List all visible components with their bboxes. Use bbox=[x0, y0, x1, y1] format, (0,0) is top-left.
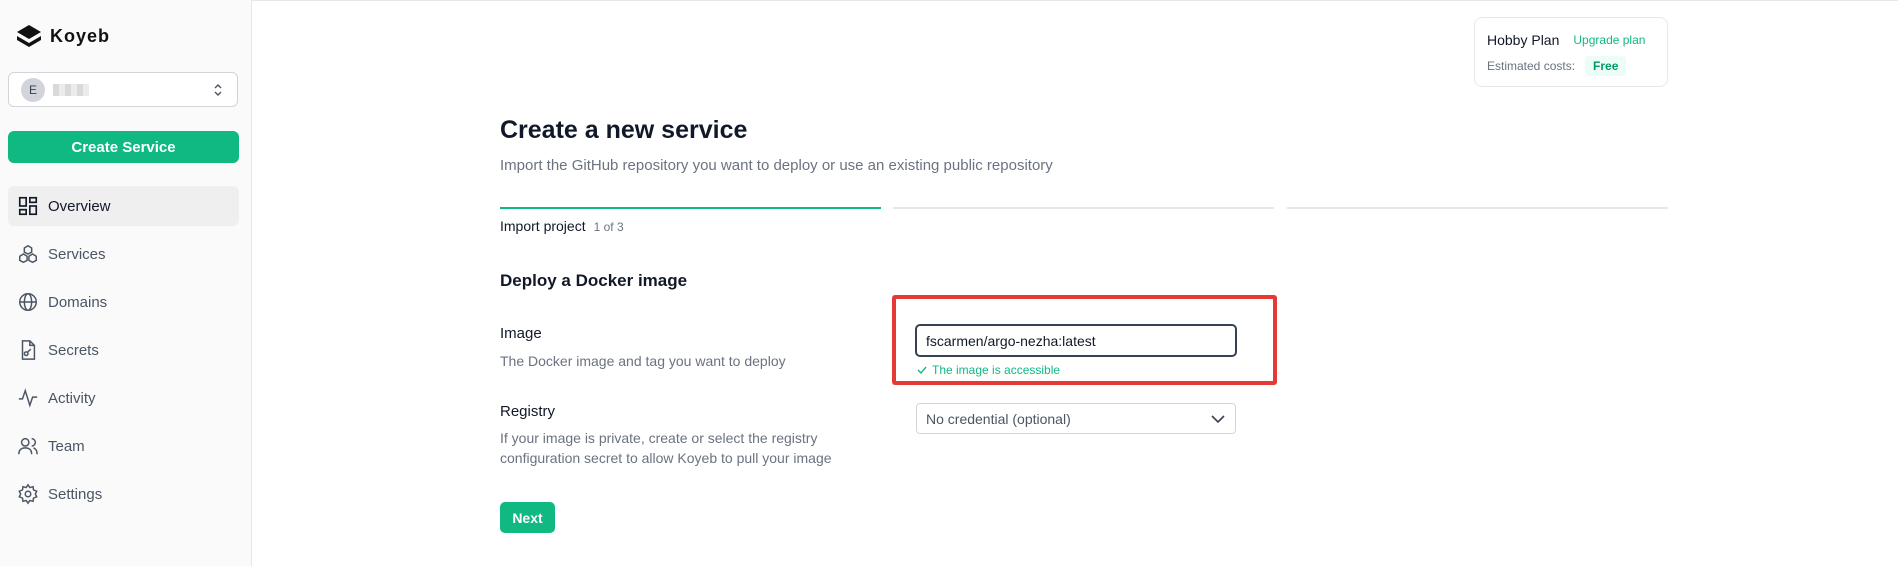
chevron-down-icon bbox=[1211, 415, 1225, 424]
registry-label: Registry bbox=[500, 403, 556, 420]
sidebar-item-label: Team bbox=[48, 437, 85, 455]
sidebar-item-settings[interactable]: Settings bbox=[8, 474, 239, 514]
sidebar-item-activity[interactable]: Activity bbox=[8, 378, 239, 418]
image-label: Image bbox=[500, 325, 542, 342]
sidebar-item-label: Settings bbox=[48, 485, 103, 503]
plan-name: Hobby Plan bbox=[1487, 32, 1560, 48]
step-progress-1 bbox=[500, 207, 881, 209]
sidebar-item-secrets[interactable]: Secrets bbox=[8, 330, 239, 370]
registry-help-line: configuration secret to allow Koyeb to p… bbox=[500, 450, 832, 466]
sidebar-item-team[interactable]: Team bbox=[8, 426, 239, 466]
chevron-up-down-icon bbox=[214, 84, 222, 96]
sidebar-item-label: Activity bbox=[48, 389, 96, 407]
sidebar: Koyeb E Create Service Overview Services bbox=[0, 0, 252, 566]
sidebar-nav: Overview Services Domains Secrets Activi… bbox=[8, 186, 239, 522]
sidebar-item-services[interactable]: Services bbox=[8, 234, 239, 274]
step-label: Import project bbox=[500, 218, 586, 234]
gear-icon bbox=[16, 482, 40, 506]
step-indicator: Import project 1 of 3 bbox=[500, 218, 624, 234]
step-count: 1 of 3 bbox=[593, 220, 624, 234]
avatar: E bbox=[21, 77, 45, 102]
plan-card: Hobby Plan Upgrade plan Estimated costs:… bbox=[1474, 17, 1668, 87]
file-key-icon bbox=[16, 338, 40, 362]
registry-help-line: If your image is private, create or sele… bbox=[500, 430, 818, 446]
next-button[interactable]: Next bbox=[500, 502, 555, 533]
brand-logo[interactable]: Koyeb bbox=[16, 24, 110, 48]
registry-select[interactable]: No credential (optional) bbox=[916, 403, 1236, 434]
image-status: The image is accessible bbox=[917, 363, 1060, 377]
cubes-icon bbox=[16, 242, 40, 266]
cost-badge: Free bbox=[1585, 56, 1627, 76]
section-title: Deploy a Docker image bbox=[500, 271, 688, 290]
page-title: Create a new service bbox=[500, 116, 748, 144]
dashboard-icon bbox=[16, 194, 40, 218]
organization-switcher[interactable]: E bbox=[8, 72, 238, 107]
page-subtitle: Import the GitHub repository you want to… bbox=[500, 157, 1053, 174]
users-icon bbox=[16, 434, 40, 458]
check-icon bbox=[917, 366, 927, 375]
globe-icon bbox=[16, 290, 40, 314]
create-service-button[interactable]: Create Service bbox=[8, 131, 239, 163]
pulse-icon bbox=[16, 386, 40, 410]
step-progress-3 bbox=[1287, 207, 1668, 209]
image-status-text: The image is accessible bbox=[932, 363, 1061, 377]
step-progress-2 bbox=[893, 207, 1274, 209]
registry-help: If your image is private, create or sele… bbox=[500, 428, 832, 468]
sidebar-item-domains[interactable]: Domains bbox=[8, 282, 239, 322]
sidebar-item-label: Domains bbox=[48, 293, 108, 311]
top-border bbox=[0, 0, 1898, 1]
image-help: The Docker image and tag you want to dep… bbox=[500, 353, 786, 369]
organization-name-redacted bbox=[53, 83, 89, 96]
sidebar-item-label: Secrets bbox=[48, 341, 99, 359]
brand-name: Koyeb bbox=[50, 25, 111, 46]
upgrade-plan-link[interactable]: Upgrade plan bbox=[1573, 33, 1645, 47]
docker-image-input[interactable] bbox=[915, 324, 1237, 357]
sidebar-item-label: Overview bbox=[48, 197, 111, 215]
koyeb-logo-icon bbox=[17, 25, 41, 47]
sidebar-item-overview[interactable]: Overview bbox=[8, 186, 239, 226]
registry-selected-value: No credential (optional) bbox=[926, 410, 1071, 427]
sidebar-item-label: Services bbox=[48, 245, 106, 263]
estimated-costs-label: Estimated costs: bbox=[1487, 59, 1576, 73]
